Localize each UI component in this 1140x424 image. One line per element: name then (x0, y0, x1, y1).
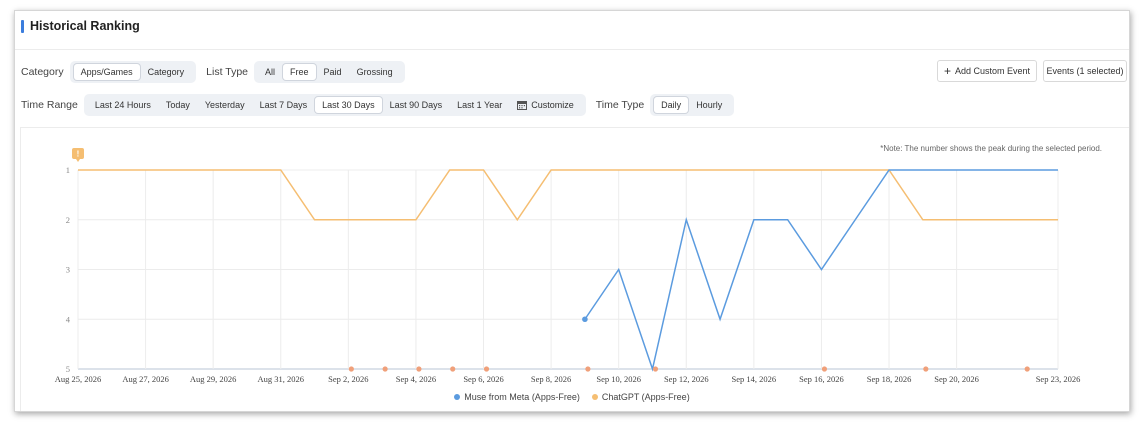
y-tick-label: 4 (66, 314, 71, 324)
y-tick-label: 2 (66, 215, 70, 225)
chart-note: *Note: The number shows the peak during … (880, 144, 1102, 153)
x-tick-label: Sep 20, 2026 (934, 374, 979, 384)
event-marker (652, 366, 659, 372)
x-tick-label: Sep 10, 2026 (596, 374, 641, 384)
legend-item[interactable]: ChatGPT (Apps-Free) (591, 392, 690, 402)
event-marker (923, 366, 929, 372)
x-tick-label: Sep 16, 2026 (799, 374, 844, 384)
x-tick-label: Sep 23, 2026 (1036, 374, 1081, 384)
legend-label: Muse from Meta (Apps-Free) (464, 392, 580, 402)
legend-dot-icon (591, 394, 598, 400)
x-tick-label: Aug 27, 2026 (122, 374, 169, 384)
event-marker (821, 366, 828, 372)
x-tick-label: Sep 2, 2026 (328, 374, 368, 384)
event-marker (416, 366, 422, 372)
y-tick-label: 5 (66, 364, 70, 374)
x-tick-label: Sep 12, 2026 (664, 374, 709, 384)
legend-dot-icon (454, 394, 461, 400)
y-tick-label: 3 (66, 265, 70, 275)
chart-legend: Muse from Meta (Apps-Free) ChatGPT (Apps-… (15, 392, 1129, 402)
x-tick-label: Sep 6, 2026 (463, 374, 503, 384)
x-tick-label: Sep 8, 2026 (531, 374, 571, 384)
x-tick-label: Aug 25, 2026 (55, 374, 102, 384)
event-marker (585, 366, 591, 372)
event-marker (483, 366, 490, 372)
x-tick-label: Aug 31, 2026 (258, 374, 305, 384)
x-tick-label: Sep 14, 2026 (732, 374, 777, 384)
event-marker (1024, 366, 1030, 372)
series-start-point (582, 316, 588, 323)
legend-item[interactable]: Muse from Meta (Apps-Free) (454, 392, 580, 402)
x-tick-label: Sep 4, 2026 (396, 374, 436, 384)
historical-ranking-panel: Historical Ranking Category Apps/Games Ca… (14, 10, 1130, 412)
event-marker (348, 366, 354, 372)
series-line (78, 169, 1058, 222)
legend-label: ChatGPT (Apps-Free) (601, 392, 690, 402)
ranking-line-chart: *Note: The number shows the peak during … (55, 144, 1102, 384)
event-flag-pointer (76, 159, 80, 162)
x-tick-label: Sep 18, 2026 (867, 374, 912, 384)
y-tick-label: 1 (66, 165, 70, 175)
event-flag-glyph: ! (77, 150, 80, 159)
event-marker (450, 366, 456, 372)
x-tick-label: Aug 29, 2026 (190, 374, 237, 384)
event-marker (382, 366, 388, 372)
